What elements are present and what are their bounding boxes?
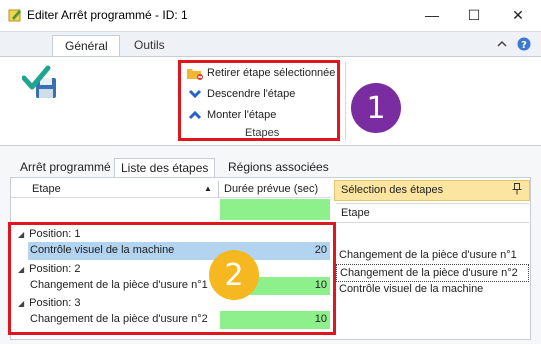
callout-2: 2: [209, 250, 259, 300]
ribbon-group-divider: [345, 62, 346, 140]
column-divider: [218, 181, 219, 198]
duration-filter-cell[interactable]: [220, 199, 330, 220]
window-title: Editer Arrêt programmé - ID: 1: [27, 8, 188, 22]
highlight-box-2: [8, 222, 336, 335]
selection-column-label[interactable]: Etape: [341, 207, 370, 219]
minimize-button[interactable]: —: [410, 0, 454, 30]
close-button[interactable]: ✕: [496, 0, 540, 30]
tab-regions-associees[interactable]: Régions associées: [222, 158, 335, 178]
ribbon-tab-outils[interactable]: Outils: [122, 35, 177, 57]
column-header-etape[interactable]: Etape: [32, 183, 61, 195]
highlight-box-1: [178, 60, 340, 141]
pin-icon[interactable]: [512, 183, 522, 195]
sort-ascending-icon: ▲: [204, 184, 212, 193]
callout-1: 1: [351, 83, 401, 133]
app-edit-icon: [8, 9, 21, 22]
ribbon-tab-general[interactable]: Général: [52, 35, 120, 57]
tab-liste-des-etapes[interactable]: Liste des étapes: [114, 158, 216, 178]
collapse-ribbon-icon[interactable]: [497, 40, 507, 48]
list-item[interactable]: Changement de la pièce d'usure n°1: [336, 247, 529, 265]
tab-arret-programme[interactable]: Arrêt programmé: [14, 158, 117, 178]
maximize-button[interactable]: ☐: [452, 0, 496, 30]
list-item[interactable]: Contrôle visuel de la machine: [336, 281, 529, 299]
save-and-close-icon[interactable]: [22, 64, 60, 100]
column-header-duree[interactable]: Durée prévue (sec): [224, 183, 318, 195]
selection-panel-title: Sélection des étapes: [341, 184, 444, 196]
list-item[interactable]: Changement de la pièce d'usure n°2: [336, 264, 529, 282]
help-icon[interactable]: ?: [517, 37, 531, 51]
svg-text:?: ?: [521, 40, 527, 51]
